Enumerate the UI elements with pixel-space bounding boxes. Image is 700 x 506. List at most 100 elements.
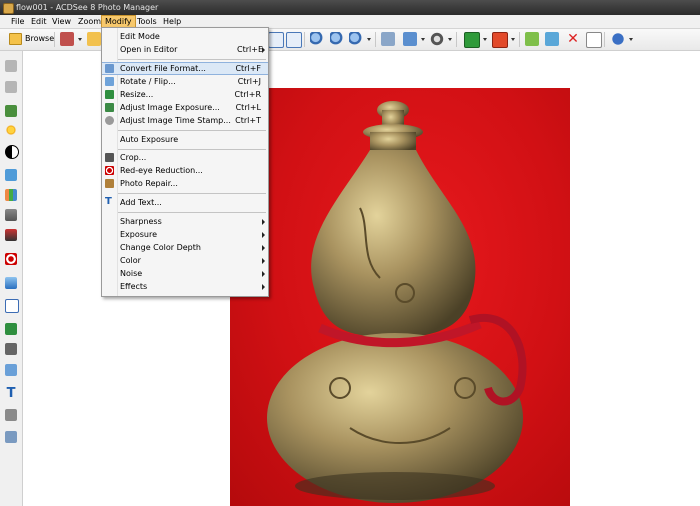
chevron-down-icon[interactable]: [78, 38, 82, 41]
submenu-arrow-icon: [262, 47, 265, 53]
menu-item-edit-mode[interactable]: Edit Mode: [102, 30, 268, 43]
image-icon[interactable]: [5, 105, 17, 117]
delete-icon[interactable]: ✕: [566, 32, 580, 46]
zoom-tool-icon[interactable]: [349, 32, 363, 46]
actual-size-icon[interactable]: [286, 32, 302, 48]
move-icon[interactable]: [525, 32, 539, 46]
menu-item-red-eye-reduction[interactable]: Red-eye Reduction...: [102, 164, 268, 177]
menu-item-rotate-flip[interactable]: Rotate / Flip... Ctrl+J: [102, 75, 268, 88]
menu-item-open-in-editor[interactable]: Open in Editor Ctrl+E: [102, 43, 268, 56]
fit-window-icon[interactable]: [268, 32, 284, 48]
menu-item-label: Color: [120, 256, 141, 265]
submenu-arrow-icon: [262, 245, 265, 251]
chevron-down-icon[interactable]: [421, 38, 425, 41]
photo: [230, 88, 570, 506]
properties-icon[interactable]: [586, 32, 602, 48]
folder-icon[interactable]: [87, 32, 101, 46]
menu-item-label: Sharpness: [120, 217, 162, 226]
copy-icon[interactable]: [545, 32, 559, 46]
menu-item-label: Open in Editor: [120, 45, 178, 54]
levels-icon[interactable]: [5, 209, 17, 221]
image-green-icon[interactable]: [464, 32, 480, 48]
image-red-icon[interactable]: [492, 32, 508, 48]
menu-item-change-color-depth[interactable]: Change Color Depth: [102, 241, 268, 254]
contrast-icon[interactable]: [5, 145, 19, 159]
toolbar-separator: [456, 32, 457, 47]
chevron-down-icon[interactable]: [511, 38, 515, 41]
browse-button[interactable]: Browse: [9, 32, 54, 46]
effects-icon[interactable]: [5, 431, 17, 443]
sun-icon[interactable]: [5, 124, 17, 136]
landscape-icon[interactable]: [5, 169, 17, 181]
menu-item-resize[interactable]: Resize... Ctrl+R: [102, 88, 268, 101]
submenu-arrow-icon: [262, 258, 265, 264]
menu-item-sharpness[interactable]: Sharpness: [102, 215, 268, 228]
text-icon[interactable]: T: [5, 387, 17, 400]
tool-icon[interactable]: [5, 60, 17, 72]
crop-icon[interactable]: [5, 343, 17, 355]
menu-item-shortcut: Ctrl+R: [234, 90, 262, 99]
crop-icon: [105, 153, 114, 162]
chevron-down-icon[interactable]: [483, 38, 487, 41]
menu-item-add-text[interactable]: T Add Text...: [102, 196, 268, 209]
menu-edit[interactable]: Edit: [28, 16, 50, 27]
tool-icon[interactable]: [5, 81, 17, 93]
chevron-down-icon[interactable]: [629, 38, 633, 41]
menu-item-label: Red-eye Reduction...: [120, 166, 203, 175]
submenu-arrow-icon: [262, 232, 265, 238]
menu-item-label: Resize...: [120, 90, 154, 99]
histogram-icon[interactable]: [5, 189, 17, 201]
title-bar: flow001 - ACDSee 8 Photo Manager: [0, 0, 700, 15]
red-eye-icon[interactable]: [5, 253, 17, 265]
menu-item-label: Noise: [120, 269, 143, 278]
color-depth-icon[interactable]: [5, 229, 17, 241]
clock-icon: [105, 116, 114, 125]
menu-item-shortcut: Ctrl+L: [235, 103, 261, 112]
browse-label: Browse: [25, 34, 55, 43]
menu-item-shortcut: Ctrl+T: [235, 116, 261, 125]
menu-item-label: Change Color Depth: [120, 243, 201, 252]
exposure-icon: [105, 103, 114, 112]
menu-item-effects[interactable]: Effects: [102, 280, 268, 293]
browse-icon: [9, 32, 22, 45]
menu-item-exposure[interactable]: Exposure: [102, 228, 268, 241]
convert-icon: [105, 64, 114, 73]
help-icon[interactable]: [611, 32, 625, 46]
rotate-icon[interactable]: [403, 32, 417, 46]
menu-item-label: Add Text...: [120, 198, 162, 207]
chevron-down-icon[interactable]: [367, 38, 371, 41]
menu-item-color[interactable]: Color: [102, 254, 268, 267]
menu-help[interactable]: Help: [160, 16, 184, 27]
cd-icon[interactable]: [430, 32, 444, 46]
menu-item-auto-exposure[interactable]: Auto Exposure: [102, 133, 268, 146]
resize-icon[interactable]: [5, 323, 17, 335]
menu-view[interactable]: View: [49, 16, 74, 27]
repair-icon: [105, 179, 114, 188]
chevron-down-icon[interactable]: [448, 38, 452, 41]
toolbar-separator: [604, 32, 605, 47]
menu-item-photo-repair[interactable]: Photo Repair...: [102, 177, 268, 190]
menu-item-adjust-time-stamp[interactable]: Adjust Image Time Stamp... Ctrl+T: [102, 114, 268, 127]
menu-tools[interactable]: Tools: [134, 16, 160, 27]
window-title: flow001 - ACDSee 8 Photo Manager: [16, 3, 159, 12]
zoom-in-icon[interactable]: [310, 32, 324, 46]
menu-item-adjust-exposure[interactable]: Adjust Image Exposure... Ctrl+L: [102, 101, 268, 114]
photo-drawing: [267, 101, 527, 503]
repair-icon[interactable]: [5, 409, 17, 421]
menu-separator: [118, 59, 266, 60]
menu-item-convert-file-format[interactable]: Convert File Format... Ctrl+F: [102, 62, 268, 75]
menu-item-label: Effects: [120, 282, 148, 291]
frame-icon[interactable]: [5, 299, 19, 313]
rotate-icon[interactable]: [5, 364, 17, 376]
slideshow-icon[interactable]: [381, 32, 395, 46]
zoom-out-icon[interactable]: [330, 32, 344, 46]
toolbar-separator: [375, 32, 376, 47]
menu-zoom[interactable]: Zoom: [75, 16, 104, 27]
menu-item-noise[interactable]: Noise: [102, 267, 268, 280]
submenu-arrow-icon: [262, 219, 265, 225]
menu-item-crop[interactable]: Crop...: [102, 151, 268, 164]
edit-icon[interactable]: [60, 32, 74, 46]
menu-item-shortcut: Ctrl+J: [237, 77, 261, 86]
menu-file[interactable]: File: [8, 16, 27, 27]
sharpen-icon[interactable]: [5, 277, 17, 289]
